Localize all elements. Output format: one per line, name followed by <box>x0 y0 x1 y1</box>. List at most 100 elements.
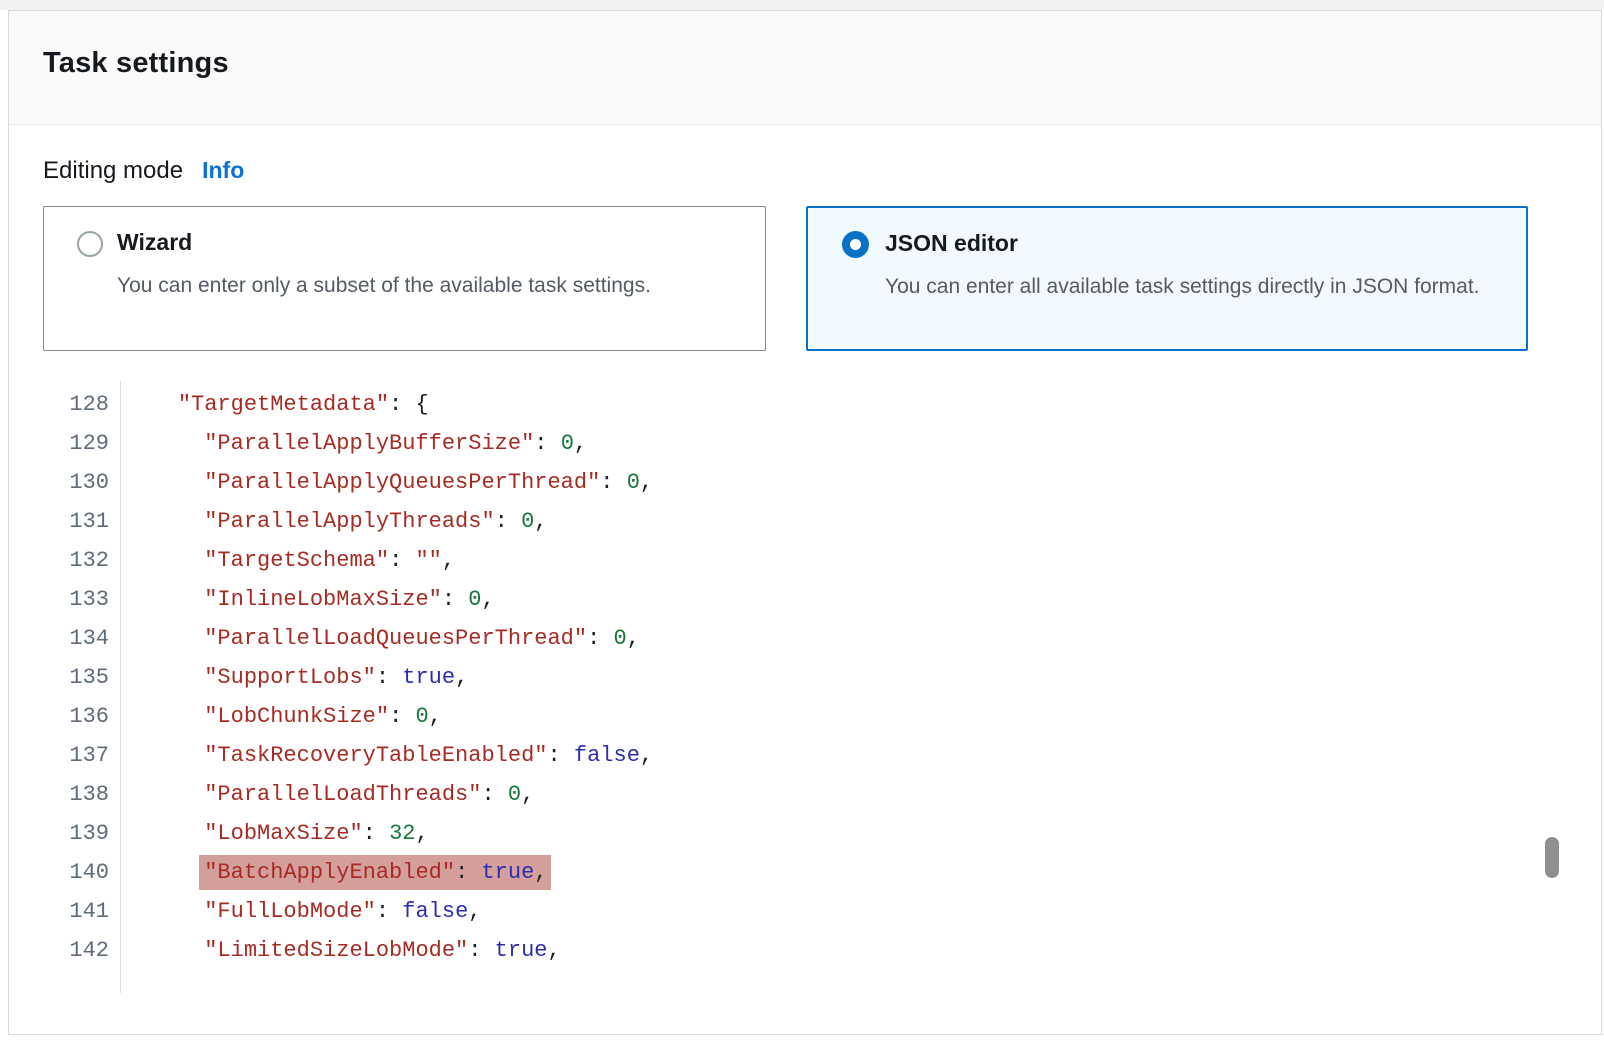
token-number: 0 <box>561 431 574 456</box>
line-content: "BatchApplyEnabled": true, <box>109 853 551 892</box>
line-number: 130 <box>9 463 109 502</box>
line-number: 136 <box>9 697 109 736</box>
json-code-editor[interactable]: 128 "TargetMetadata": {129 "ParallelAppl… <box>9 385 1599 970</box>
gutter-divider <box>120 381 121 993</box>
json-editor-option-label: JSON editor <box>885 230 1018 257</box>
panel-header: Task settings <box>9 11 1601 125</box>
code-line[interactable]: 131 "ParallelApplyThreads": 0, <box>9 502 1599 541</box>
code-line[interactable]: 128 "TargetMetadata": { <box>9 385 1599 424</box>
code-line[interactable]: 135 "SupportLobs": true, <box>9 658 1599 697</box>
token-punct: , <box>627 626 640 651</box>
line-content: "ParallelLoadThreads": 0, <box>109 775 534 814</box>
wizard-radio-icon[interactable] <box>77 231 103 257</box>
token-number: 0 <box>614 626 627 651</box>
token-punct: , <box>468 899 481 924</box>
json-editor-option-tile[interactable]: JSON editor You can enter all available … <box>806 206 1528 351</box>
token-punct: : <box>389 392 415 417</box>
token-punct: : <box>587 626 613 651</box>
line-content: "FullLobMode": false, <box>109 892 481 931</box>
token-key: "LimitedSizeLobMode" <box>204 938 468 963</box>
token-key: "BatchApplyEnabled" <box>204 860 455 885</box>
line-content: "InlineLobMaxSize": 0, <box>109 580 495 619</box>
token-punct: , <box>574 431 587 456</box>
token-punct: , <box>521 782 534 807</box>
token-punct: , <box>640 470 653 495</box>
line-content: "SupportLobs": true, <box>109 658 468 697</box>
line-number: 138 <box>9 775 109 814</box>
token-boolean: true <box>495 938 548 963</box>
code-line[interactable]: 133 "InlineLobMaxSize": 0, <box>9 580 1599 619</box>
token-punct: , <box>481 587 494 612</box>
line-number: 141 <box>9 892 109 931</box>
token-key: "SupportLobs" <box>204 665 376 690</box>
token-key: "InlineLobMaxSize" <box>204 587 442 612</box>
line-number: 139 <box>9 814 109 853</box>
token-punct: , <box>534 509 547 534</box>
token-key: "ParallelLoadThreads" <box>204 782 481 807</box>
token-punct: : <box>468 938 494 963</box>
token-punct: : <box>495 509 521 534</box>
code-line[interactable]: 141 "FullLobMode": false, <box>9 892 1599 931</box>
token-boolean: false <box>402 899 468 924</box>
code-line[interactable]: 138 "ParallelLoadThreads": 0, <box>9 775 1599 814</box>
line-number: 129 <box>9 424 109 463</box>
token-punct: , <box>429 704 442 729</box>
token-punct: : <box>389 548 415 573</box>
line-content: "ParallelApplyThreads": 0, <box>109 502 547 541</box>
token-key: "ParallelApplyQueuesPerThread" <box>204 470 600 495</box>
line-number: 133 <box>9 580 109 619</box>
info-link[interactable]: Info <box>202 157 244 184</box>
token-key: "LobChunkSize" <box>204 704 389 729</box>
token-key: "TaskRecoveryTableEnabled" <box>204 743 547 768</box>
wizard-option-tile[interactable]: Wizard You can enter only a subset of th… <box>43 206 766 351</box>
code-line[interactable]: 134 "ParallelLoadQueuesPerThread": 0, <box>9 619 1599 658</box>
token-key: "ParallelApplyBufferSize" <box>204 431 534 456</box>
token-punct: , <box>547 938 560 963</box>
code-lines: 128 "TargetMetadata": {129 "ParallelAppl… <box>9 385 1599 970</box>
line-content: "TargetMetadata": { <box>109 385 429 424</box>
token-number: 32 <box>389 821 415 846</box>
token-punct: : <box>534 431 560 456</box>
line-content: "LobMaxSize": 32, <box>109 814 429 853</box>
code-line[interactable]: 130 "ParallelApplyQueuesPerThread": 0, <box>9 463 1599 502</box>
line-number: 142 <box>9 931 109 970</box>
token-punct: , <box>415 821 428 846</box>
task-settings-panel: Task settings Editing mode Info Wizard Y… <box>8 10 1602 1035</box>
line-number: 137 <box>9 736 109 775</box>
token-key: "LobMaxSize" <box>204 821 362 846</box>
token-key: "ParallelLoadQueuesPerThread" <box>204 626 587 651</box>
token-punct: { <box>415 392 428 417</box>
line-number: 128 <box>9 385 109 424</box>
code-line[interactable]: 129 "ParallelApplyBufferSize": 0, <box>9 424 1599 463</box>
token-punct: : <box>481 782 507 807</box>
code-line[interactable]: 137 "TaskRecoveryTableEnabled": false, <box>9 736 1599 775</box>
scrollbar-thumb[interactable] <box>1545 837 1559 878</box>
search-match-highlight: "BatchApplyEnabled": true, <box>199 855 551 890</box>
token-key: "ParallelApplyThreads" <box>204 509 494 534</box>
panel-title: Task settings <box>43 47 229 80</box>
token-punct: : <box>363 821 389 846</box>
code-line[interactable]: 136 "LobChunkSize": 0, <box>9 697 1599 736</box>
json-editor-radio-icon[interactable] <box>842 231 869 258</box>
token-number: 0 <box>468 587 481 612</box>
token-punct: : <box>547 743 573 768</box>
code-line[interactable]: 142 "LimitedSizeLobMode": true, <box>9 931 1599 970</box>
token-punct: , <box>534 860 547 885</box>
token-boolean: true <box>402 665 455 690</box>
token-key: "TargetSchema" <box>204 548 389 573</box>
token-punct: : <box>376 899 402 924</box>
page-top-strip <box>0 0 1604 10</box>
token-string: "" <box>415 548 441 573</box>
token-punct: : <box>600 470 626 495</box>
code-line[interactable]: 139 "LobMaxSize": 32, <box>9 814 1599 853</box>
token-number: 0 <box>521 509 534 534</box>
line-content: "TargetSchema": "", <box>109 541 455 580</box>
token-number: 0 <box>415 704 428 729</box>
editing-mode-row: Editing mode Info <box>43 157 244 185</box>
code-line[interactable]: 140 "BatchApplyEnabled": true, <box>9 853 1599 892</box>
json-editor-option-description: You can enter all available task setting… <box>885 270 1485 304</box>
line-content: "ParallelApplyQueuesPerThread": 0, <box>109 463 653 502</box>
code-line[interactable]: 132 "TargetSchema": "", <box>9 541 1599 580</box>
token-punct: : <box>389 704 415 729</box>
line-number: 140 <box>9 853 109 892</box>
